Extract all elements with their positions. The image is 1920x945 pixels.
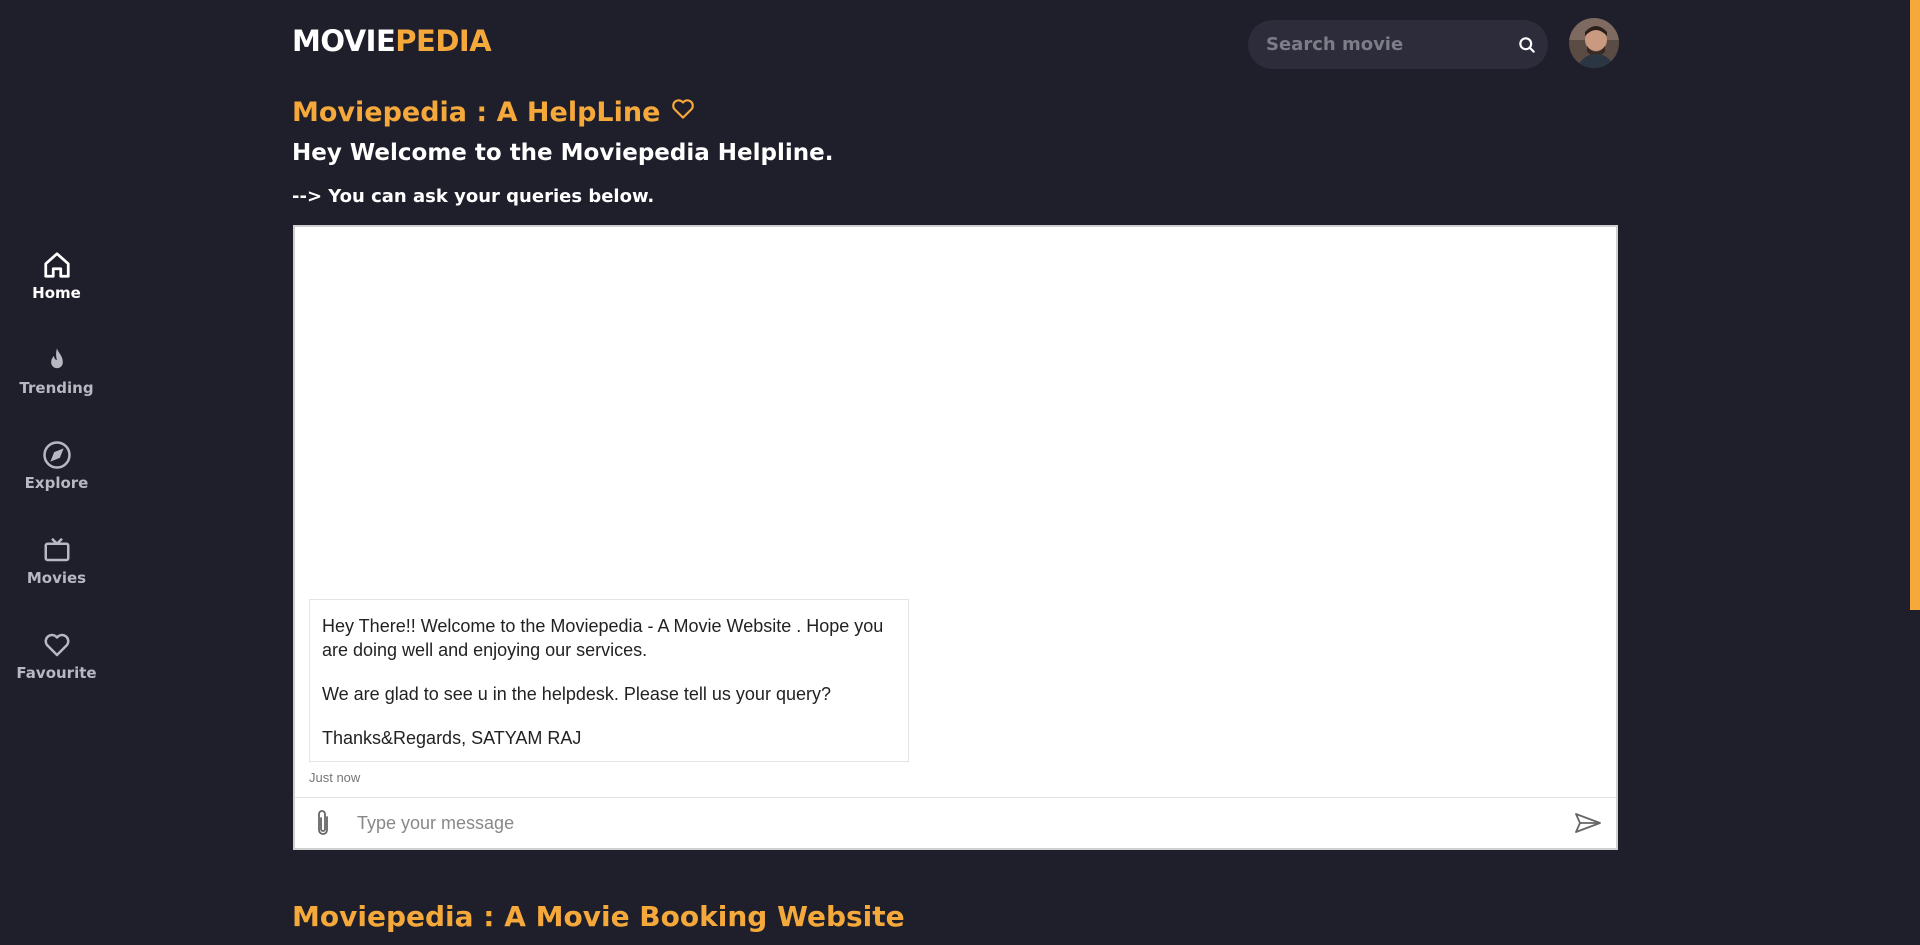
sidebar-item-trending[interactable]: Trending <box>0 343 113 438</box>
search-bar <box>1248 20 1548 69</box>
tv-icon <box>40 533 74 567</box>
chat-message-signature: Thanks&Regards, SATYAM RAJ <box>322 728 582 748</box>
search-icon[interactable] <box>1517 34 1537 56</box>
sidebar: Home Trending Explore Movies Favourite <box>0 248 113 723</box>
helpline-welcome: Hey Welcome to the Moviepedia Helpline. <box>292 140 834 166</box>
send-icon[interactable] <box>1572 807 1604 839</box>
sidebar-item-favourite[interactable]: Favourite <box>0 628 113 723</box>
logo-part-movie: MOVIE <box>292 24 396 58</box>
sidebar-item-label: Favourite <box>16 664 97 682</box>
heart-icon <box>40 628 74 662</box>
search-input[interactable] <box>1266 34 1517 55</box>
avatar[interactable] <box>1569 18 1619 68</box>
logo[interactable]: MOVIEPEDIA <box>292 24 492 58</box>
chat-message-input[interactable] <box>357 812 1572 834</box>
chat-message-paragraph: Hey There!! Welcome to the Moviepedia - … <box>322 616 884 660</box>
logo-part-pedia: PEDIA <box>395 24 492 58</box>
chat-message-timestamp: Just now <box>309 770 361 785</box>
sidebar-item-label: Movies <box>26 569 87 587</box>
home-icon <box>40 248 74 282</box>
compass-icon <box>40 438 74 472</box>
sidebar-item-home[interactable]: Home <box>0 248 113 343</box>
page: MOVIEPEDIA Home <box>0 0 1920 945</box>
chat-widget: Hey There!! Welcome to the Moviepedia - … <box>293 225 1618 850</box>
helpline-ask: --> You can ask your queries below. <box>292 186 655 207</box>
sidebar-item-explore[interactable]: Explore <box>0 438 113 533</box>
sidebar-item-label: Home <box>32 284 81 302</box>
sidebar-item-label: Explore <box>24 474 89 492</box>
helpline-title: Moviepedia : A HelpLine <box>292 96 696 129</box>
sidebar-item-movies[interactable]: Movies <box>0 533 113 628</box>
section-heading-booking: Moviepedia : A Movie Booking Website <box>292 900 905 933</box>
flame-icon <box>40 343 74 377</box>
heart-icon <box>670 96 696 129</box>
helpline-title-text: Moviepedia : A HelpLine <box>292 97 661 128</box>
sidebar-item-label: Trending <box>19 379 94 397</box>
scrollbar-thumb[interactable] <box>1910 0 1920 610</box>
chat-message: Hey There!! Welcome to the Moviepedia - … <box>309 599 909 762</box>
chat-composer <box>295 797 1616 848</box>
paperclip-icon[interactable] <box>311 807 335 839</box>
chat-message-paragraph: We are glad to see u in the helpdesk. Pl… <box>322 684 831 704</box>
